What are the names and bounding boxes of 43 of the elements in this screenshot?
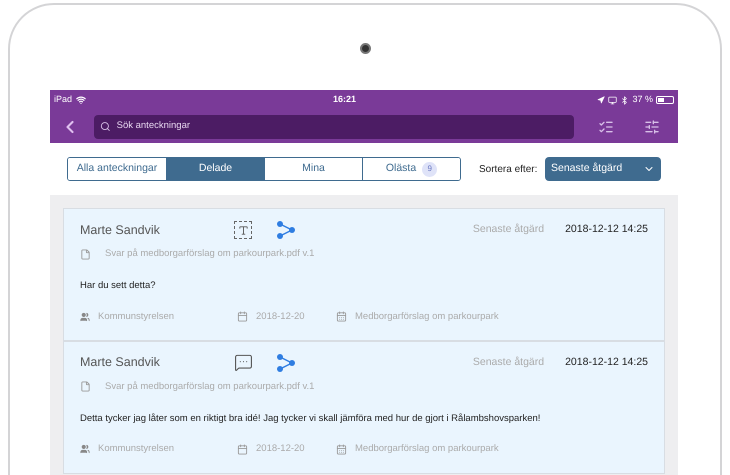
group-icon [80, 312, 90, 322]
note-text: Har du sett detta? [80, 279, 157, 294]
calendar-icon [237, 444, 248, 455]
time-label: Senaste åtgärd [472, 222, 544, 238]
clock: 16:21 [333, 93, 356, 106]
camera-icon [360, 43, 370, 54]
document-icon [80, 381, 91, 392]
agenda-icon [336, 311, 347, 322]
document-icon [80, 248, 91, 260]
bluetooth-icon [620, 96, 630, 104]
note-card[interactable]: Marte Sandvik Senaste åtgärd 2018-12-12 14:25 Svar på medborgarförslag om parkourpark.pdf v.1 Har du sett detta? Kommunstyrelsen 2018-12-20 Medborgarförslag om parkourpark [63, 208, 665, 341]
search-input[interactable]: Sök anteckningar [116, 119, 568, 134]
note-card[interactable] [63, 340, 665, 474]
meeting-date: 2018-12-20 [256, 442, 305, 456]
battery-percent: 37 % [632, 93, 653, 106]
search-icon [100, 121, 111, 132]
author-name: Marte Sandvik [80, 222, 161, 239]
author-name: Marte Sandvik [80, 354, 161, 372]
sort-label: Sortera efter: [479, 162, 538, 176]
group-name: Kommunstyrelsen [98, 442, 174, 456]
group-name: Kommunstyrelsen [98, 310, 174, 324]
airplay-icon [608, 96, 618, 104]
time-label: Senaste åtgärd [472, 354, 544, 370]
tab[interactable]: Delade [166, 158, 264, 180]
search-field[interactable]: Sök anteckningar [94, 114, 574, 138]
checklist-icon[interactable] [598, 118, 614, 134]
location-icon [597, 96, 606, 104]
meeting-title: Medborgarförslag om parkourpark [355, 310, 499, 324]
timestamp: 2018-12-12 14:25 [565, 354, 648, 370]
meeting-title: Medborgarförslag om parkourpark [355, 442, 499, 456]
calendar-icon [237, 311, 248, 322]
group-icon [80, 444, 90, 454]
tab[interactable]: Olästa 9 [362, 158, 460, 180]
timestamp: 2018-12-12 14:25 [565, 222, 648, 238]
battery-icon [656, 96, 674, 104]
filter-icon[interactable] [644, 118, 660, 134]
device-label: iPad [54, 93, 72, 106]
note-text: Detta tycker jag låter som en riktigt bra idé! Jag tycker vi skall jämföra med hur de gjort i Rålambshovsparken! [80, 412, 542, 426]
sort-dropdown[interactable]: Senaste åtgärd [545, 157, 661, 181]
agenda-icon [336, 444, 347, 455]
unread-count: 9 [422, 162, 438, 176]
wifi-icon [76, 95, 86, 105]
meeting-date: 2018-12-20 [256, 310, 305, 324]
